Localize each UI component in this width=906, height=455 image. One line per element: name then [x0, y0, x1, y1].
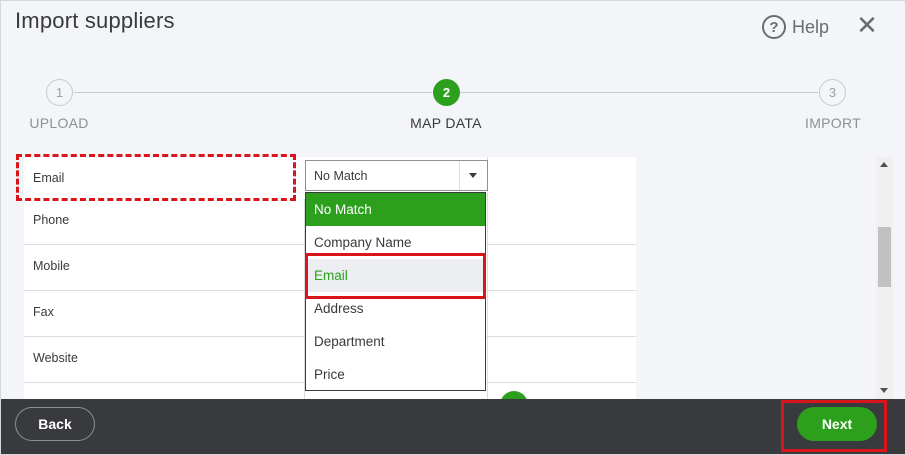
close-icon[interactable]: ✕	[854, 12, 880, 38]
help-label: Help	[792, 16, 830, 37]
back-button[interactable]: Back	[15, 407, 95, 441]
scroll-up-icon[interactable]	[880, 162, 888, 167]
dropdown-option-price[interactable]: Price	[306, 358, 485, 391]
step-3-circle: 3	[819, 79, 846, 106]
column-divider	[487, 199, 488, 245]
column-divider	[487, 245, 488, 291]
field-label-mobile: Mobile	[33, 259, 70, 273]
help-icon: ?	[762, 15, 786, 39]
step-2-label: MAP DATA	[410, 115, 482, 131]
field-label-website: Website	[33, 351, 78, 365]
select-value: No Match	[314, 169, 368, 183]
column-divider	[487, 383, 488, 399]
field-label-fax: Fax	[33, 305, 54, 319]
stepper-line-1	[74, 92, 432, 93]
dialog-title: Import suppliers	[15, 8, 175, 33]
chevron-down-icon	[469, 173, 477, 178]
column-match-select[interactable]: No Match	[305, 160, 488, 191]
step-1-circle: 1	[46, 79, 73, 106]
vertical-scrollbar[interactable]	[876, 157, 893, 399]
step-1-label: UPLOAD	[29, 115, 89, 131]
scrollbar-thumb[interactable]	[878, 227, 891, 287]
dropdown-option-department[interactable]: Department	[306, 325, 485, 358]
step-2-circle: 2	[433, 79, 460, 106]
select-caret-box[interactable]	[459, 161, 487, 190]
column-divider	[487, 291, 488, 337]
next-button[interactable]: Next	[797, 407, 877, 441]
email-option-highlight	[305, 253, 486, 299]
email-row-highlight	[16, 154, 296, 201]
scroll-down-icon[interactable]	[880, 388, 888, 393]
dropdown-option-no-match[interactable]: No Match	[306, 193, 485, 226]
dialog-footer: Back Next	[0, 399, 906, 455]
stepper-line-2	[460, 92, 818, 93]
help-link[interactable]: ? Help	[762, 14, 829, 40]
field-label-phone: Phone	[33, 213, 70, 227]
step-3-label: IMPORT	[805, 115, 861, 131]
column-divider	[487, 337, 488, 383]
